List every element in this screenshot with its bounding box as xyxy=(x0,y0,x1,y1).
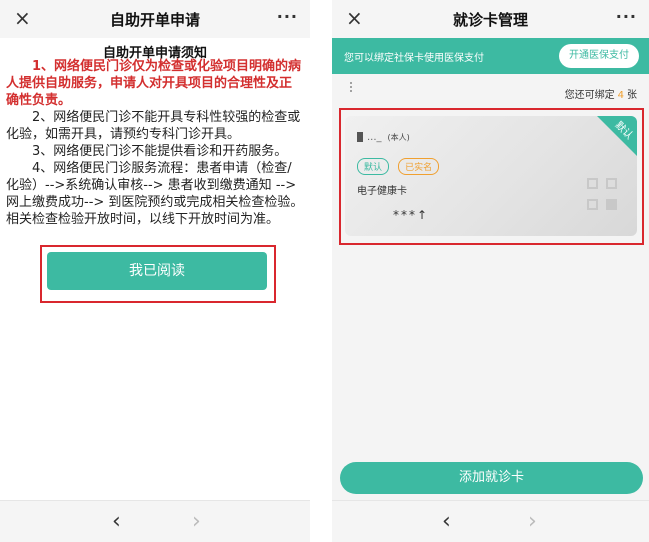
forward-icon[interactable]: › xyxy=(528,509,537,534)
page-title: 自助开单申请 xyxy=(109,11,200,29)
left-screen: × 自助开单申请 ··· 自助开单申请须知 1、网络便民门诊仅为检查或化验项目明… xyxy=(0,0,310,542)
more-icon[interactable]: ··· xyxy=(277,7,298,26)
right-title-bar: × 就诊卡管理 ··· xyxy=(332,0,649,38)
left-title-bar: × 自助开单申请 ··· xyxy=(0,0,310,38)
banner-text: 您可以绑定社保卡使用医保支付 xyxy=(344,53,484,64)
card-tags: 默认 已实名 xyxy=(357,155,443,175)
enable-insurance-button[interactable]: 开通医保支付 xyxy=(559,44,639,68)
card-number: ***↑ xyxy=(393,208,430,222)
menu-dots-icon[interactable] xyxy=(348,80,354,100)
page-title: 就诊卡管理 xyxy=(452,11,528,29)
add-card-button[interactable]: 添加就诊卡 xyxy=(340,462,643,494)
verified-badge: 已实名 xyxy=(398,158,440,175)
qr-code-icon[interactable] xyxy=(587,178,619,212)
bind-prefix: 您还可绑定 xyxy=(564,90,615,101)
notice-paragraph-1: 1、网络便民门诊仅为检查或化验项目明确的病人提供自助服务，申请人对开具项目的合理… xyxy=(6,59,302,108)
more-icon[interactable]: ··· xyxy=(616,7,637,26)
card-type: 电子健康卡 xyxy=(357,186,407,197)
back-icon[interactable]: ‹ xyxy=(442,509,451,534)
bind-remaining: 您还可绑定 4 张 xyxy=(565,86,637,101)
card-holder: ..._ (本人) xyxy=(357,132,410,143)
notice-body: 1、网络便民门诊仅为检查或化验项目明确的病人提供自助服务，申请人对开具项目的合理… xyxy=(6,58,304,228)
holder-name: ..._ xyxy=(367,132,382,143)
notice-paragraph-4: 4、网络便民门诊服务流程：患者申请（检查/化验）-->系统确认审核--> 患者收… xyxy=(6,161,304,227)
bind-suffix: 张 xyxy=(627,90,637,101)
health-card[interactable]: 默认 ..._ (本人) 默认 已实名 电子健康卡 ***↑ xyxy=(345,116,637,236)
insurance-banner: 您可以绑定社保卡使用医保支付 开通医保支付 xyxy=(332,38,649,74)
read-confirm-button[interactable]: 我已阅读 xyxy=(47,252,267,290)
left-bottom-nav: ‹ › xyxy=(0,500,310,542)
default-badge: 默认 xyxy=(357,158,390,175)
self-label: (本人) xyxy=(387,133,410,142)
avatar xyxy=(357,132,363,142)
back-icon[interactable]: ‹ xyxy=(112,509,121,534)
notice-paragraph-2: 2、网络便民门诊不能开具专科性较强的检查或化验，如需开具，请预约专科门诊开具。 xyxy=(6,110,301,142)
right-bottom-nav: ‹ › xyxy=(332,500,649,542)
forward-icon[interactable]: › xyxy=(192,509,201,534)
notice-paragraph-3: 3、网络便民门诊不能提供看诊和开药服务。 xyxy=(32,144,288,159)
bind-count: 4 xyxy=(617,90,624,101)
right-screen: × 就诊卡管理 ··· 您可以绑定社保卡使用医保支付 开通医保支付 您还可绑定 4… xyxy=(332,0,649,542)
